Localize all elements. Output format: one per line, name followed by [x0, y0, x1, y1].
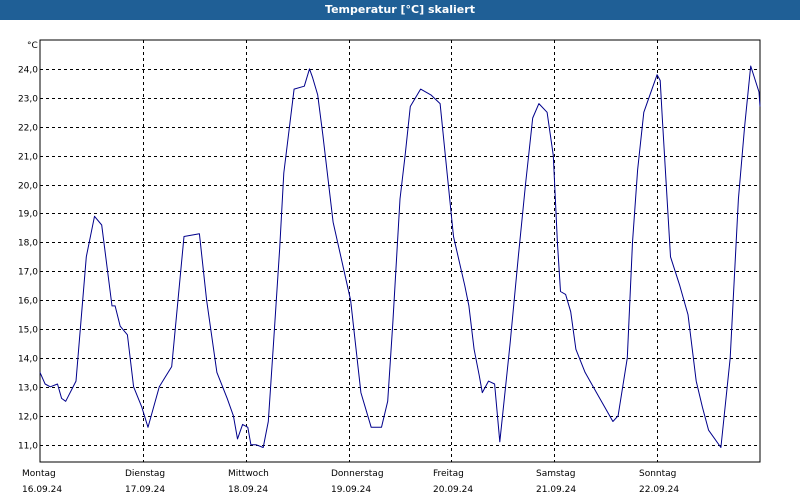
y-tick-label: 14,0 — [18, 355, 38, 365]
x-tick-weekday-label: Sonntag — [639, 469, 676, 479]
x-tick-weekday-label: Mittwoch — [228, 469, 269, 479]
x-tick-date-label: 18.09.24 — [228, 485, 268, 495]
y-tick-label: 22,0 — [18, 124, 38, 134]
x-tick-weekday-label: Montag — [22, 469, 56, 479]
y-tick-label: 21,0 — [18, 153, 38, 163]
x-tick-weekday-label: Donnerstag — [331, 469, 384, 479]
y-tick-label: 13,0 — [18, 384, 38, 394]
x-tick-weekday-label: Samstag — [536, 469, 575, 479]
y-tick-label: 15,0 — [18, 326, 38, 336]
temperature-chart: 11,0 12,0 13,0 14,0 15,0 16,0 17,0 18,0 19,0 20,0… — [18, 39, 761, 495]
x-tick-date-label: 17.09.24 — [125, 485, 165, 495]
x-tick-date-label: 22.09.24 — [639, 485, 679, 495]
x-tick-date-label: 19.09.24 — [331, 485, 371, 495]
x-tick-date-label: 20.09.24 — [433, 485, 473, 495]
y-tick-label: 12,0 — [18, 413, 38, 423]
y-axis-unit-label: °C — [27, 41, 38, 51]
y-tick-label: 23,0 — [18, 95, 38, 105]
plot-frame — [39, 39, 761, 463]
y-tick-label: 18,0 — [18, 239, 38, 249]
x-tick-date-label: 21.09.24 — [536, 485, 576, 495]
y-tick-label: 19,0 — [18, 210, 38, 220]
temperature-series-line — [39, 65, 761, 448]
y-tick-label: 20,0 — [18, 182, 38, 192]
x-tick-date-label: 16.09.24 — [22, 485, 62, 495]
x-tick-weekday-label: Dienstag — [125, 469, 165, 479]
y-tick-label: 17,0 — [18, 268, 38, 278]
y-tick-label: 11,0 — [18, 442, 38, 452]
y-tick-label: 16,0 — [18, 297, 38, 307]
x-tick-weekday-label: Freitag — [433, 469, 464, 479]
y-tick-label: 24,0 — [18, 66, 38, 76]
